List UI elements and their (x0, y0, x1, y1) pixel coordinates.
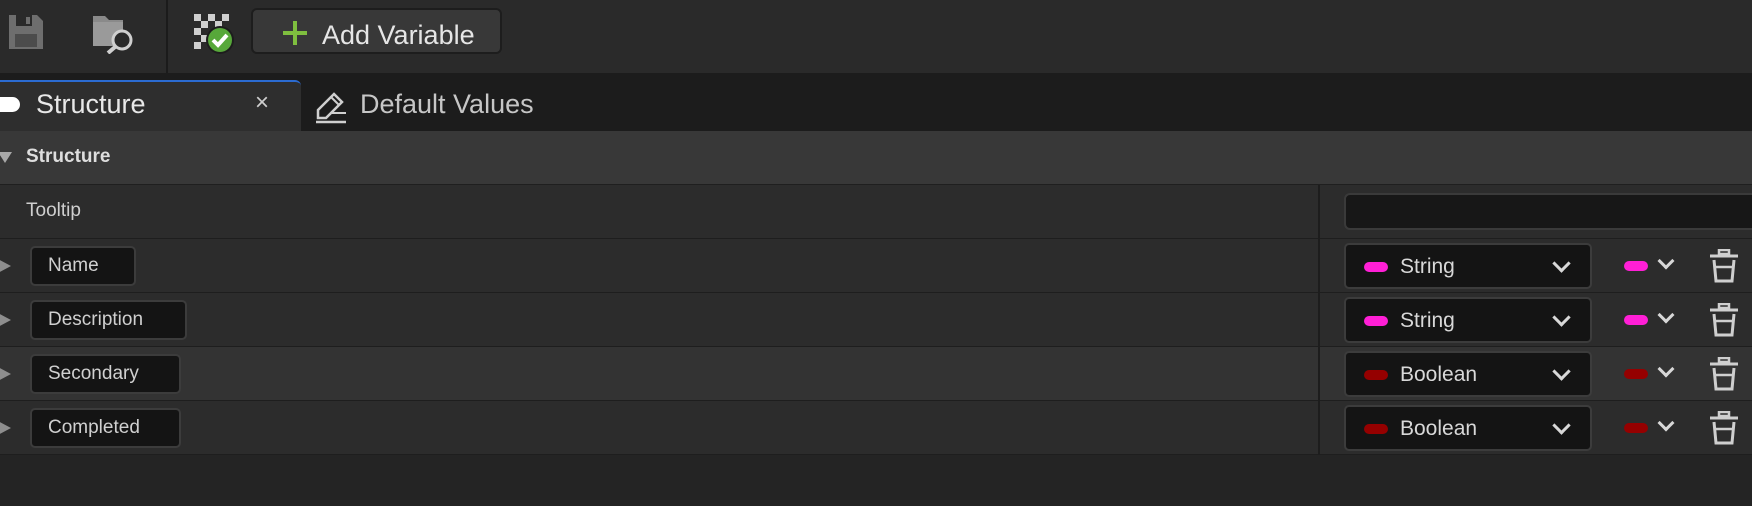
add-variable-button[interactable]: Add Variable (251, 8, 502, 54)
column-divider (1318, 185, 1320, 239)
delete-trash-icon[interactable] (1708, 249, 1740, 283)
container-type-dropdown[interactable] (1620, 305, 1680, 335)
expand-arrow-icon[interactable] (0, 312, 11, 328)
single-pin-icon (1624, 261, 1648, 271)
pin-type-icon (1364, 316, 1388, 326)
column-divider (1318, 401, 1320, 455)
expand-arrow-icon[interactable] (0, 420, 11, 436)
pin-type-icon (1364, 370, 1388, 380)
pin-type-icon (1364, 262, 1388, 272)
tooltip-input[interactable] (1344, 193, 1752, 230)
chevron-down-icon (1552, 308, 1571, 327)
variable-name-field[interactable]: Name (30, 246, 136, 286)
chevron-down-icon (1657, 306, 1675, 324)
column-divider (1318, 239, 1320, 293)
tab-default-values[interactable]: Default Values (314, 80, 554, 131)
delete-trash-icon[interactable] (1708, 357, 1740, 391)
variable-row: Name String (0, 239, 1752, 293)
expand-arrow-icon[interactable] (0, 366, 11, 382)
tab-bar: Structure × Default Values (0, 73, 1752, 131)
plus-icon (283, 21, 307, 45)
variable-name-field[interactable]: Secondary (30, 354, 181, 394)
delete-trash-icon[interactable] (1708, 303, 1740, 337)
structure-icon (0, 97, 20, 112)
tab-label: Structure (36, 89, 146, 119)
container-type-dropdown[interactable] (1620, 413, 1680, 443)
save-icon[interactable] (6, 12, 46, 52)
variable-type-dropdown[interactable]: Boolean (1344, 405, 1592, 451)
browse-folder-icon[interactable] (90, 10, 136, 54)
tab-label: Default Values (360, 89, 534, 119)
collapse-arrow-icon[interactable] (0, 152, 12, 163)
single-pin-icon (1624, 315, 1648, 325)
chevron-down-icon (1552, 416, 1571, 435)
section-title: Structure (26, 146, 111, 167)
tooltip-row: Tooltip (0, 185, 1752, 239)
variable-type-label: String (1400, 255, 1455, 278)
add-variable-label: Add Variable (322, 20, 475, 50)
toolbar: Add Variable (0, 0, 1752, 73)
expand-arrow-icon[interactable] (0, 258, 11, 274)
single-pin-icon (1624, 369, 1648, 379)
chevron-down-icon (1657, 414, 1675, 432)
chevron-down-icon (1552, 362, 1571, 381)
chevron-down-icon (1657, 360, 1675, 378)
variable-name-field[interactable]: Description (30, 300, 187, 340)
variable-type-dropdown[interactable]: Boolean (1344, 351, 1592, 397)
container-type-dropdown[interactable] (1620, 251, 1680, 281)
structure-section-header[interactable]: Structure (0, 131, 1752, 185)
single-pin-icon (1624, 423, 1648, 433)
variable-type-dropdown[interactable]: String (1344, 297, 1592, 343)
tooltip-label: Tooltip (26, 200, 81, 221)
toolbar-separator (166, 0, 168, 73)
variable-row: Description String (0, 293, 1752, 347)
close-icon[interactable]: × (255, 89, 269, 117)
edit-values-icon (316, 92, 346, 124)
column-divider (1318, 293, 1320, 347)
chevron-down-icon (1657, 252, 1675, 270)
delete-trash-icon[interactable] (1708, 411, 1740, 445)
chevron-down-icon (1552, 254, 1571, 273)
variable-row: Completed Boolean (0, 401, 1752, 455)
variable-row: Secondary Boolean (0, 347, 1752, 401)
variable-type-dropdown[interactable]: String (1344, 243, 1592, 289)
compile-check-icon[interactable] (192, 12, 236, 56)
variable-name-field[interactable]: Completed (30, 408, 181, 448)
variable-type-label: Boolean (1400, 417, 1478, 440)
tab-structure[interactable]: Structure × (0, 80, 301, 131)
variable-type-label: Boolean (1400, 363, 1478, 386)
container-type-dropdown[interactable] (1620, 359, 1680, 389)
column-divider (1318, 347, 1320, 401)
pin-type-icon (1364, 424, 1388, 434)
variable-type-label: String (1400, 309, 1455, 332)
